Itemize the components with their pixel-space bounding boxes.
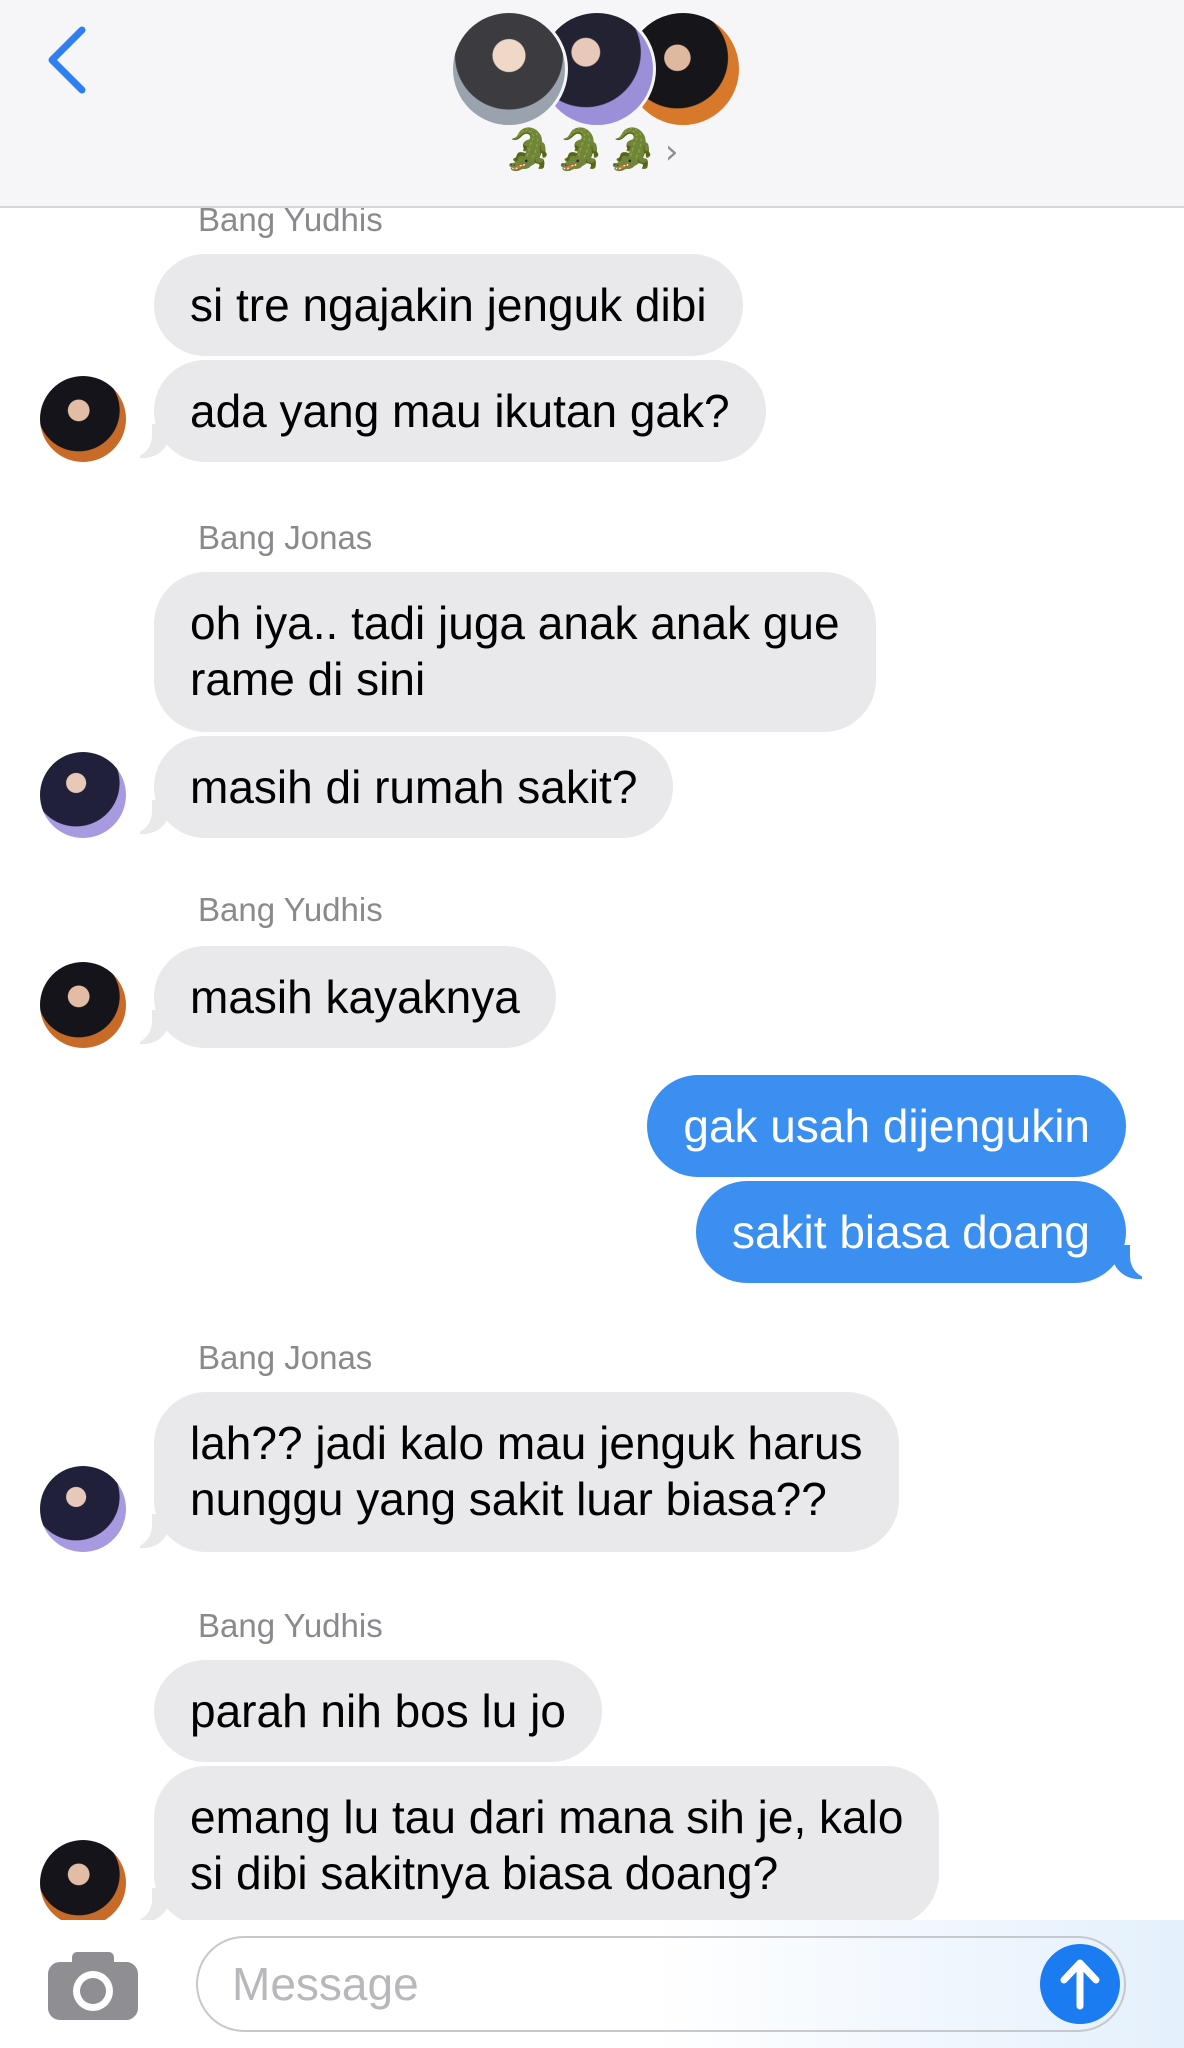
incoming-message[interactable]: parah nih bos lu jo [154, 1660, 602, 1762]
send-button[interactable] [1040, 1944, 1120, 2024]
bubble-tail [122, 1004, 170, 1044]
composer-bar [0, 1920, 1184, 2048]
sender-name: Bang Jonas [198, 519, 373, 556]
sender-name: Bang Yudhis [198, 208, 383, 238]
outgoing-message[interactable]: gak usah dijengukin [647, 1075, 1126, 1177]
sender-name: Bang Jonas [198, 1339, 373, 1376]
incoming-message[interactable]: ada yang mau ikutan gak? [154, 360, 766, 462]
incoming-message[interactable]: masih kayaknya [154, 946, 556, 1048]
chevron-right-icon: › [664, 132, 681, 172]
outgoing-message[interactable]: sakit biasa doang [695, 1181, 1126, 1283]
sender-name: Bang Yudhis [198, 1607, 383, 1644]
back-button[interactable] [40, 20, 100, 100]
bubble-tail [122, 794, 170, 834]
avatar[interactable] [40, 962, 126, 1048]
avatar[interactable] [40, 1840, 126, 1920]
incoming-message[interactable]: oh iya.. tadi juga anak anak gue rame di… [154, 572, 876, 732]
bubble-tail [122, 1508, 170, 1548]
avatar[interactable] [40, 752, 126, 838]
chevron-left-icon [48, 26, 86, 94]
incoming-message[interactable]: emang lu tau dari mana sih je, kalo si d… [154, 1766, 940, 1920]
bubble-tail [122, 1882, 170, 1920]
camera-icon [48, 1952, 138, 2020]
incoming-message[interactable]: si tre ngajakin jenguk dibi [154, 254, 743, 356]
message-input[interactable] [196, 1936, 1126, 2032]
group-avatars[interactable] [450, 10, 742, 130]
sender-name: Bang Yudhis [198, 891, 383, 928]
camera-button[interactable] [46, 1950, 140, 2022]
incoming-message[interactable]: lah?? jadi kalo mau jenguk harus nunggu … [154, 1392, 899, 1552]
avatar[interactable] [40, 1466, 126, 1552]
message-thread[interactable]: Bang Yudhis si tre ngajakin jenguk dibi … [0, 208, 1184, 1920]
participant-avatar [450, 10, 568, 128]
group-name[interactable]: 🐊🐊🐊 › [0, 128, 1184, 174]
group-name-label: 🐊🐊🐊 [503, 127, 659, 173]
chat-header: 🐊🐊🐊 › [0, 0, 1184, 208]
bubble-tail [1112, 1239, 1160, 1279]
avatar[interactable] [40, 376, 126, 462]
incoming-message[interactable]: masih di rumah sakit? [154, 736, 674, 838]
bubble-tail [122, 418, 170, 458]
arrow-up-icon [1060, 1959, 1100, 2010]
